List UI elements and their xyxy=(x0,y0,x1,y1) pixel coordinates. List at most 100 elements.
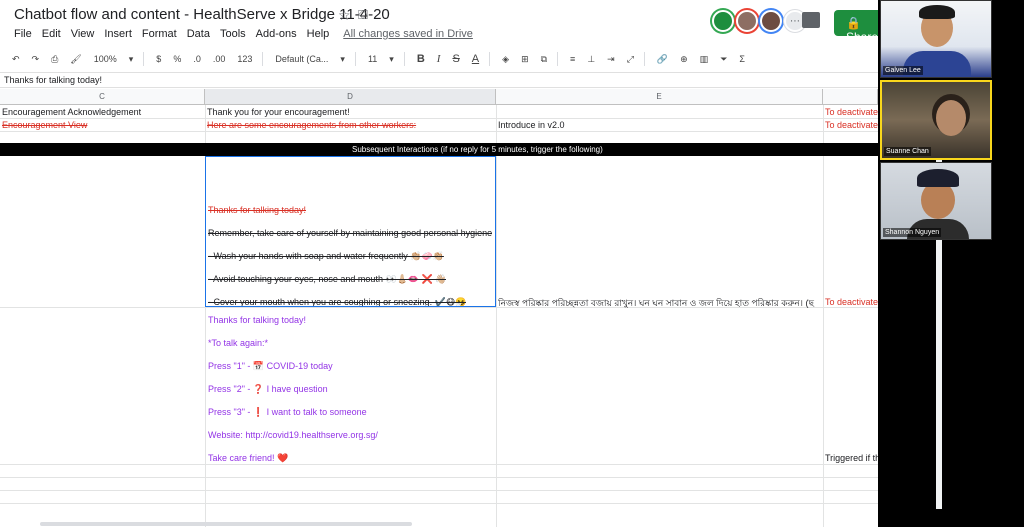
chevron-down-icon: ▾ xyxy=(340,53,345,64)
participant-face xyxy=(936,100,966,136)
cell-d-encouragement-ack[interactable]: Thank you for your encouragement! xyxy=(205,107,496,117)
menu-add-ons[interactable]: Add-ons xyxy=(256,28,297,44)
horizontal-align-icon[interactable]: ≡ xyxy=(570,54,575,64)
divider xyxy=(143,52,145,66)
title-bar: Chatbot flow and content - HealthServe x… xyxy=(0,0,878,44)
insert-link-icon[interactable]: 🔗 xyxy=(657,54,668,65)
participant-name: Galven Lee xyxy=(883,66,923,75)
cell-e-bengali-translation[interactable]: নিজস্ব পরিষ্কার পরিচ্ছন্নতা বজায় রাখুন।… xyxy=(498,296,823,311)
save-status-link[interactable]: All changes saved in Drive xyxy=(343,28,473,44)
fill-color-icon[interactable]: ◈ xyxy=(502,54,509,65)
cell-d-line: Press "1" - 📅 COVID-19 today xyxy=(208,361,333,371)
toolbar: ↶ ↷ ⎙ 🖌 100% ▾ $ % .0 .00 123 Default (C… xyxy=(0,48,878,70)
grid-line xyxy=(0,503,878,504)
column-header-f[interactable] xyxy=(823,89,878,105)
text-wrap-icon[interactable]: ⇥ xyxy=(607,54,615,65)
cell-f-status[interactable]: To deactivate xyxy=(823,107,878,117)
avatar[interactable] xyxy=(736,10,758,32)
vertical-align-icon[interactable]: ⊥ xyxy=(587,54,595,65)
avatar[interactable] xyxy=(712,10,734,32)
increase-decimal-button[interactable]: .00 xyxy=(213,54,226,64)
column-header-d[interactable]: D xyxy=(205,89,496,105)
cell-f-status[interactable]: To deactivate xyxy=(823,120,878,130)
menu-file[interactable]: File xyxy=(14,28,32,44)
formula-bar[interactable]: Thanks for talking today! xyxy=(0,72,878,88)
insert-comment-icon[interactable]: ⊕ xyxy=(680,54,688,65)
menu-bar: File Edit View Insert Format Data Tools … xyxy=(14,28,483,44)
more-formats-button[interactable]: 123 xyxy=(237,54,252,64)
participant-cap xyxy=(917,169,959,187)
cell-d-line: Take care friend! ❤️ xyxy=(208,453,289,463)
undo-icon[interactable]: ↶ xyxy=(12,54,20,65)
divider xyxy=(262,52,264,66)
horizontal-scrollbar[interactable] xyxy=(40,522,412,526)
column-header-c[interactable]: C xyxy=(0,89,205,105)
grid-line xyxy=(0,490,878,491)
cell-d-line: *To talk again:* xyxy=(208,338,269,348)
text-color-button[interactable]: A xyxy=(472,53,479,65)
participant-video-tile-active-speaker[interactable]: Suanne Chan xyxy=(880,80,992,160)
decrease-decimal-button[interactable]: .0 xyxy=(193,54,201,64)
cell-f-status[interactable]: To deactivate xyxy=(823,297,878,307)
menu-format[interactable]: Format xyxy=(142,28,177,44)
divider xyxy=(557,52,559,66)
currency-format-button[interactable]: $ xyxy=(156,54,161,64)
participant-hair xyxy=(919,5,955,19)
grid-line xyxy=(0,477,878,478)
participant-video-tile[interactable]: Shannon Nguyen xyxy=(880,162,992,240)
participant-name: Suanne Chan xyxy=(884,147,931,156)
cell-c-encouragement-view[interactable]: Encouragement View xyxy=(0,120,205,130)
section-banner[interactable]: Subsequent Interactions (if no reply for… xyxy=(0,143,878,156)
filter-icon[interactable]: ⏷ xyxy=(720,54,727,65)
avatar[interactable] xyxy=(760,10,782,32)
grid-line xyxy=(0,118,878,119)
borders-icon[interactable]: ⊞ xyxy=(521,54,529,65)
move-to-folder-icon[interactable]: ⛋ xyxy=(358,7,368,23)
document-title[interactable]: Chatbot flow and content - HealthServe x… xyxy=(14,6,390,23)
cell-c-encouragement-ack[interactable]: Encouragement Acknowledgement xyxy=(0,107,205,117)
chevron-down-icon: ▾ xyxy=(128,53,134,64)
redo-icon[interactable]: ↷ xyxy=(32,54,40,65)
paint-format-icon[interactable]: 🖌 xyxy=(70,54,81,65)
participant-name: Shannon Nguyen xyxy=(883,228,942,237)
cell-e-version-note[interactable]: Introduce in v2.0 xyxy=(496,120,823,130)
menu-tools[interactable]: Tools xyxy=(220,28,246,44)
cell-d-line: Website: http://covid19.healthserve.org.… xyxy=(208,430,378,440)
menu-insert[interactable]: Insert xyxy=(104,28,132,44)
collaborator-avatars: ⋯ xyxy=(712,10,806,32)
percent-format-button[interactable]: % xyxy=(173,54,181,64)
print-icon[interactable]: ⎙ xyxy=(51,54,58,65)
merge-cells-icon[interactable]: ⧉ xyxy=(541,54,547,65)
spreadsheet-window: Chatbot flow and content - HealthServe x… xyxy=(0,0,878,527)
menu-data[interactable]: Data xyxy=(187,28,210,44)
divider xyxy=(489,52,491,66)
grid-line xyxy=(0,464,878,465)
cell-d-line: Thanks for talking today! xyxy=(208,315,307,325)
strikethrough-button[interactable]: S xyxy=(452,53,459,65)
share-button[interactable]: 🔒 Share xyxy=(834,10,878,44)
cell-d-line: Press "2" - ❓ I have question xyxy=(208,384,328,394)
cell-d-encouragement-view[interactable]: Here are some encouragements from other … xyxy=(205,120,496,130)
insert-chart-icon[interactable]: ▥ xyxy=(700,54,709,65)
font-select[interactable]: Default (Ca... xyxy=(275,54,328,64)
text-rotation-icon[interactable]: ⤢ xyxy=(627,54,634,65)
grid-line xyxy=(0,131,878,132)
menu-help[interactable]: Help xyxy=(307,28,330,44)
comments-icon[interactable] xyxy=(802,12,820,28)
star-icon[interactable]: ☆ xyxy=(338,7,351,24)
divider xyxy=(354,52,356,66)
zoom-select[interactable]: 100% xyxy=(94,54,117,64)
participant-video-tile[interactable]: Galven Lee xyxy=(880,0,992,78)
bold-button[interactable]: B xyxy=(417,53,425,65)
italic-button[interactable]: I xyxy=(437,53,441,65)
selected-cell-d-hygiene[interactable] xyxy=(205,156,496,307)
cell-f-trigger-note[interactable]: Triggered if there is no resp xyxy=(823,453,878,463)
divider xyxy=(403,52,405,66)
cell-d-line: Press "3" - ❗ I want to talk to someone xyxy=(208,407,367,417)
menu-view[interactable]: View xyxy=(71,28,95,44)
font-size-select[interactable]: 11 xyxy=(368,54,377,64)
functions-button[interactable]: Σ xyxy=(739,54,745,64)
share-label: Share xyxy=(846,30,878,44)
column-header-e[interactable]: E xyxy=(496,89,823,105)
menu-edit[interactable]: Edit xyxy=(42,28,61,44)
